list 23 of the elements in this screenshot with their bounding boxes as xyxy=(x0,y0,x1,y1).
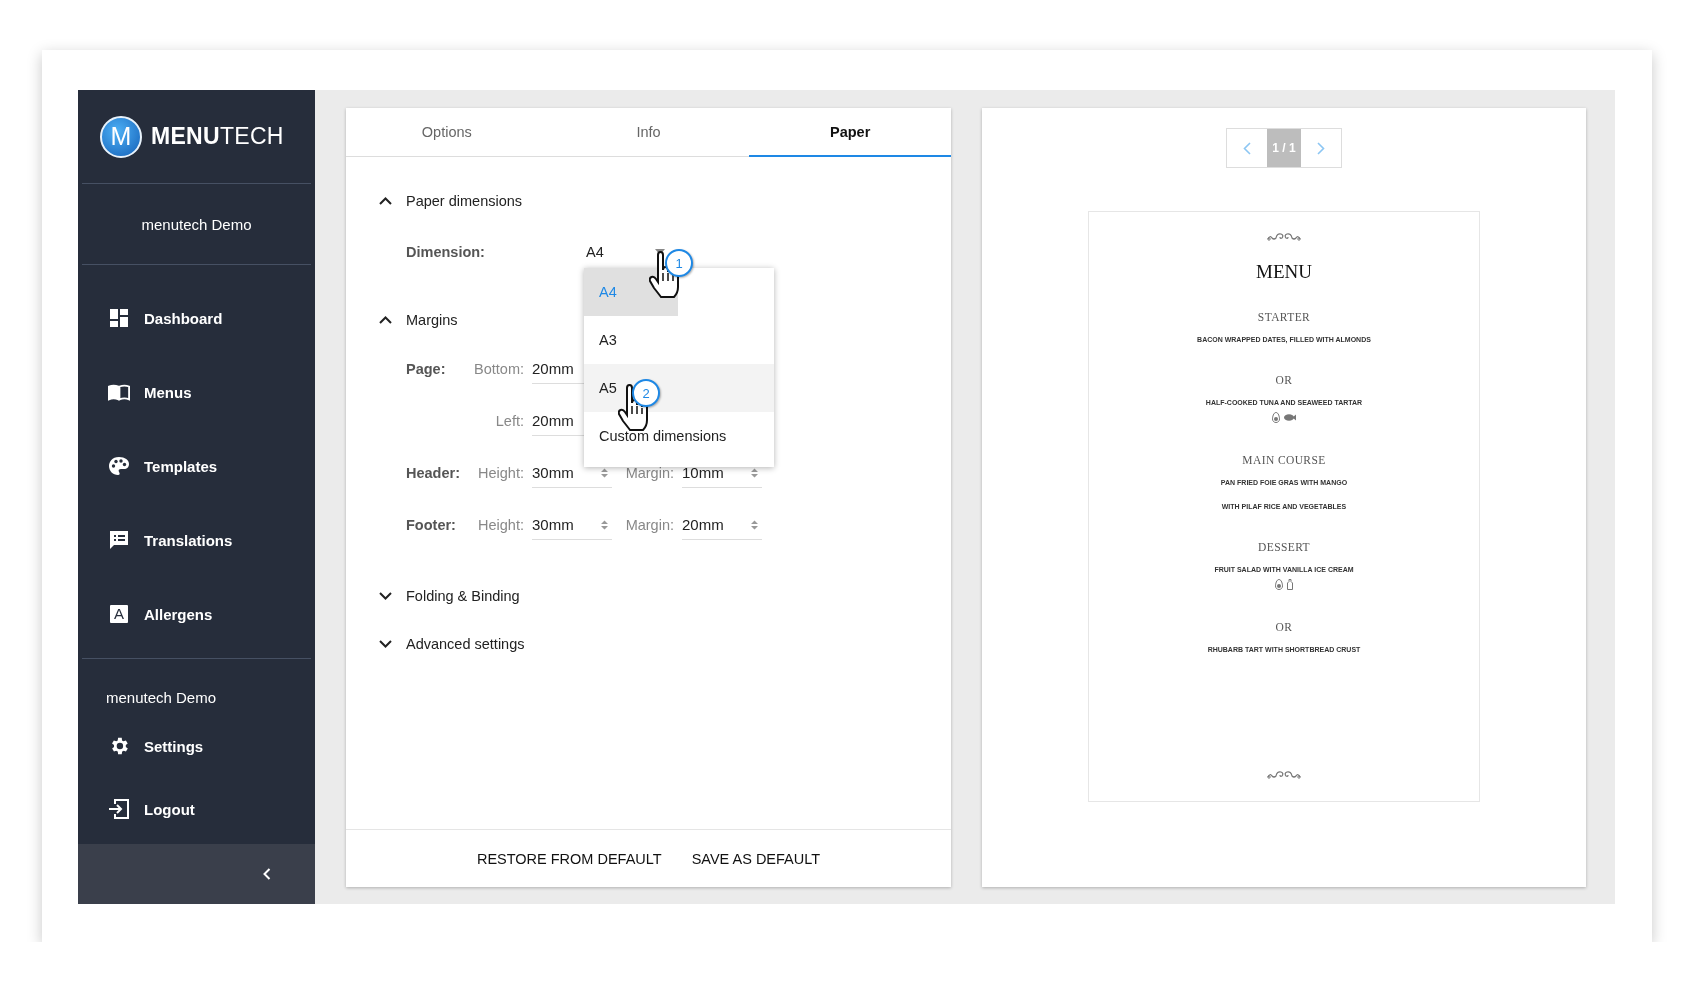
course-heading: STARTER xyxy=(1257,310,1311,325)
field-label: Dimension: xyxy=(406,244,486,260)
field-label: Height: xyxy=(478,517,524,533)
row-label: Page: xyxy=(406,361,446,377)
account-name: menutech Demo xyxy=(105,688,217,708)
field-label: Left: xyxy=(495,413,524,429)
account-name: menutech Demo xyxy=(141,215,252,233)
letter-icon: A xyxy=(110,605,128,623)
field-label: Margin: xyxy=(625,517,674,533)
field-label: Margin: xyxy=(625,465,674,481)
course-heading: OR xyxy=(1275,620,1293,635)
step-badge: 1 xyxy=(665,249,693,277)
brand-name: MENUTECH xyxy=(151,123,284,150)
page-indicator: 1 / 1 xyxy=(1267,129,1301,167)
row-label: Header: xyxy=(406,465,460,481)
course-heading: MAIN COURSE xyxy=(1242,453,1326,468)
course-heading: DESSERT xyxy=(1258,540,1310,555)
logo-mark: M xyxy=(100,115,142,158)
menu-title: MENU xyxy=(1256,260,1312,284)
field-label: Bottom: xyxy=(474,361,524,377)
row-label: Footer: xyxy=(406,517,456,533)
field-label: Height: xyxy=(478,465,524,481)
course-heading: OR xyxy=(1275,373,1293,388)
